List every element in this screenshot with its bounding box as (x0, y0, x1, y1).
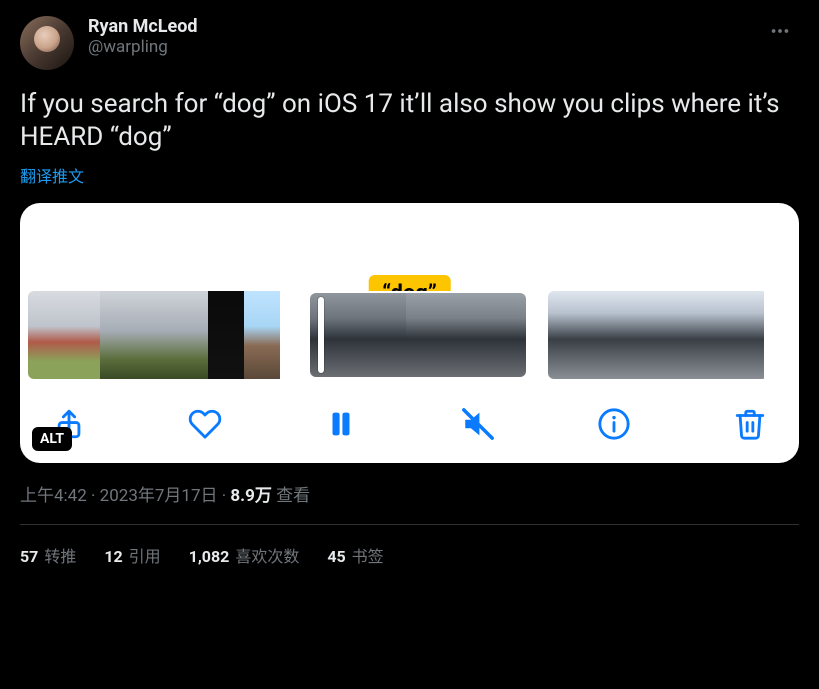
timeline-frame (584, 291, 620, 379)
more-options-icon[interactable] (761, 16, 799, 46)
clip-group-1[interactable] (28, 291, 288, 379)
translate-link[interactable]: 翻译推文 (20, 163, 84, 187)
timeline-frame (406, 293, 454, 377)
timeline-frame (244, 291, 280, 379)
tweet-header: Ryan McLeod @warpling (20, 16, 799, 70)
timeline-frame (728, 291, 764, 379)
alt-badge[interactable]: ALT (32, 427, 72, 451)
likes-stat[interactable]: 1,082 喜欢次数 (189, 543, 300, 567)
pause-icon[interactable] (324, 407, 358, 441)
retweets-stat[interactable]: 57 转推 (20, 543, 76, 567)
info-icon[interactable] (597, 407, 631, 441)
trash-icon[interactable] (733, 407, 767, 441)
engagement-stats: 57 转推 12 引用 1,082 喜欢次数 45 书签 (20, 525, 799, 567)
timeline-frame (548, 291, 584, 379)
timeline-frame (358, 293, 406, 377)
tweet-meta: 上午4:42 · 2023年7月17日 · 8.9万 查看 (20, 481, 799, 506)
timeline-frame (620, 291, 656, 379)
playhead-icon[interactable] (318, 297, 324, 373)
timeline-frame (208, 291, 244, 379)
timeline-frame (454, 293, 502, 377)
media-controls (20, 391, 799, 463)
clip-group-3[interactable] (548, 291, 768, 379)
tweet-date[interactable]: 2023年7月17日 (100, 486, 218, 506)
timeline-frame (692, 291, 728, 379)
heart-icon[interactable] (188, 407, 222, 441)
clip-group-2-active[interactable] (308, 291, 528, 379)
avatar[interactable] (20, 16, 74, 70)
timeline-frame (136, 291, 172, 379)
author-names[interactable]: Ryan McLeod @warpling (88, 16, 761, 57)
user-handle: @warpling (88, 37, 761, 57)
timeline-frame (656, 291, 692, 379)
video-timeline[interactable] (20, 291, 799, 391)
tweet: Ryan McLeod @warpling If you search for … (0, 0, 819, 577)
bookmarks-stat[interactable]: 45 书签 (327, 543, 383, 567)
media-card[interactable]: “dog” (20, 203, 799, 463)
timeline-frame (100, 291, 136, 379)
quotes-stat[interactable]: 12 引用 (104, 543, 160, 567)
timeline-frame (28, 291, 64, 379)
tweet-time[interactable]: 上午4:42 (20, 486, 87, 506)
timeline-frame (502, 293, 528, 377)
views-count: 8.9万 (230, 486, 271, 506)
tweet-text: If you search for “dog” on iOS 17 it’ll … (20, 88, 799, 153)
display-name: Ryan McLeod (88, 16, 761, 37)
timeline-frame (172, 291, 208, 379)
timeline-frame (64, 291, 100, 379)
views-label: 查看 (272, 486, 310, 506)
mute-icon[interactable] (461, 407, 495, 441)
